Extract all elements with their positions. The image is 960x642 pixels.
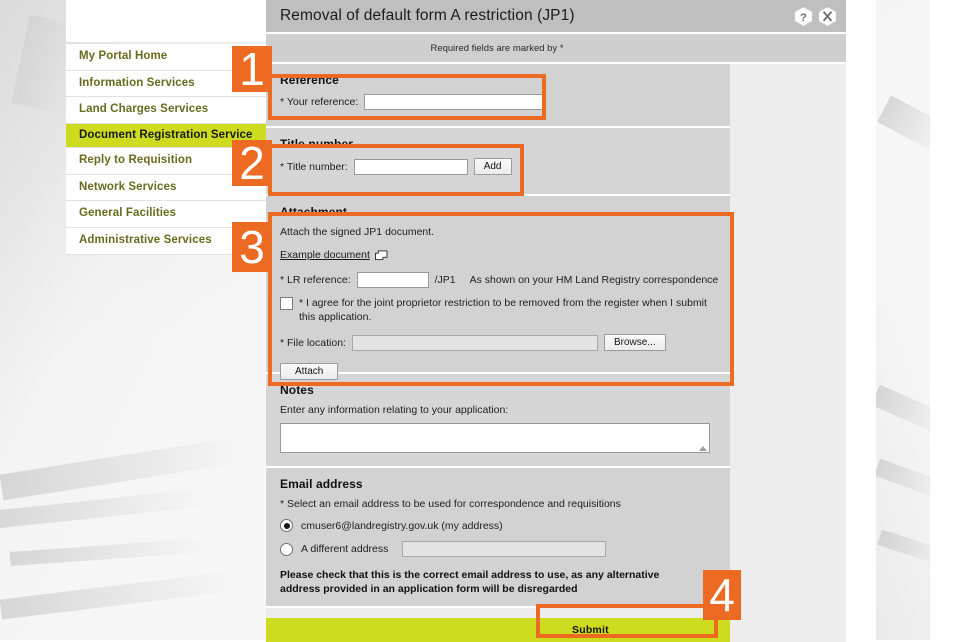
mountain-ridge bbox=[9, 538, 211, 566]
email-heading: Email address bbox=[280, 477, 363, 491]
required-fields-bar: Required fields are marked by * bbox=[266, 34, 846, 64]
panel-title-bar: Removal of default form A restriction (J… bbox=[266, 0, 846, 34]
annotation-highlight-3 bbox=[268, 212, 734, 386]
mountain-ridge bbox=[0, 570, 241, 620]
annotation-badge-1: 1 bbox=[232, 46, 272, 92]
page-title: Removal of default form A restriction (J… bbox=[280, 7, 575, 24]
close-icon[interactable] bbox=[817, 5, 838, 27]
mountain-ridge bbox=[0, 435, 251, 501]
svg-text:?: ? bbox=[800, 11, 807, 23]
notes-textarea[interactable] bbox=[280, 423, 710, 453]
page-backdrop-top bbox=[66, 0, 266, 42]
radio-different-address[interactable] bbox=[280, 542, 293, 556]
email-option-my-address-row[interactable]: cmuser6@landregistry.gov.uk (my address) bbox=[280, 519, 716, 532]
annotation-badge-2: 2 bbox=[232, 140, 272, 186]
annotation-highlight-2 bbox=[268, 144, 524, 196]
page-backdrop-right-outer bbox=[930, 0, 960, 640]
email-option-different-row[interactable]: A different address bbox=[280, 541, 716, 557]
required-fields-note: Required fields are marked by * bbox=[430, 42, 564, 54]
sidebar-item-land-charges-services[interactable]: Land Charges Services bbox=[66, 97, 266, 124]
email-option-my-address-label: cmuser6@landregistry.gov.uk (my address) bbox=[301, 519, 503, 532]
section-notes: Notes Enter any information relating to … bbox=[266, 374, 730, 468]
email-option-different-label: A different address bbox=[301, 543, 389, 555]
notes-instruction: Enter any information relating to your a… bbox=[280, 404, 509, 416]
page-backdrop-right bbox=[846, 0, 876, 640]
annotation-badge-3: 3 bbox=[232, 222, 272, 272]
annotation-highlight-1 bbox=[268, 74, 546, 120]
annotation-badge-4: 4 bbox=[703, 570, 741, 620]
email-instruction: * Select an email address to be used for… bbox=[280, 498, 621, 510]
different-address-input[interactable] bbox=[402, 541, 607, 557]
section-email-address: Email address * Select an email address … bbox=[266, 468, 730, 608]
annotation-highlight-4 bbox=[536, 604, 718, 638]
radio-my-address[interactable] bbox=[280, 519, 293, 532]
resize-grip-icon[interactable] bbox=[699, 446, 707, 451]
email-warning-text: Please check that this is the correct em… bbox=[280, 569, 660, 596]
help-icon[interactable]: ? bbox=[793, 5, 814, 27]
